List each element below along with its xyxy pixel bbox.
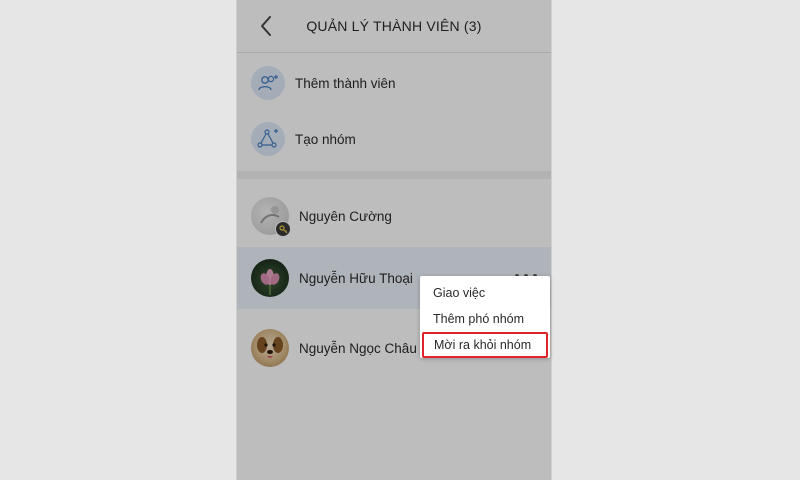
dim-overlay[interactable] xyxy=(237,0,551,480)
phone-screen: QUẢN LÝ THÀNH VIÊN (3) Thêm thành viên T… xyxy=(236,0,552,480)
menu-item-assign-task[interactable]: Giao việc xyxy=(420,280,550,306)
menu-item-remove-from-group[interactable]: Mời ra khỏi nhóm xyxy=(422,332,548,358)
menu-item-add-deputy[interactable]: Thêm phó nhóm xyxy=(420,306,550,332)
context-menu: Giao việc Thêm phó nhóm Mời ra khỏi nhóm xyxy=(420,276,550,358)
